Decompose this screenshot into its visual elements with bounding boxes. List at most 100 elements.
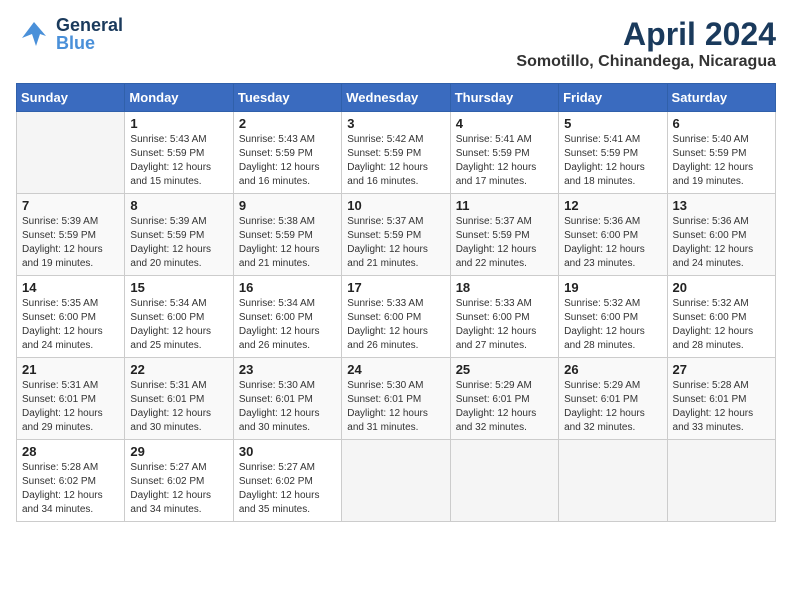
day-number: 12: [564, 198, 661, 213]
calendar-table: Sunday Monday Tuesday Wednesday Thursday…: [16, 83, 776, 522]
day-info: Sunrise: 5:29 AM Sunset: 6:01 PM Dayligh…: [564, 379, 661, 435]
day-number: 25: [456, 362, 553, 377]
day-info: Sunrise: 5:30 AM Sunset: 6:01 PM Dayligh…: [239, 379, 336, 435]
calendar-cell: 4Sunrise: 5:41 AM Sunset: 5:59 PM Daylig…: [450, 112, 558, 194]
title-section: April 2024 Somotillo, Chinandega, Nicara…: [516, 16, 776, 71]
calendar-cell: 11 Sunrise: 5:37 AM Sunset: 5:59 PM Dayli…: [450, 194, 558, 276]
logo-blue-text: Blue: [56, 34, 123, 52]
calendar-cell: 23 Sunrise: 5:30 AM Sunset: 6:01 PM Dayli…: [233, 358, 341, 440]
day-info: Sunrise: 5:31 AM Sunset: 6:01 PM Dayligh…: [22, 379, 119, 435]
day-number: 17: [347, 280, 444, 295]
day-info: Sunrise: 5:38 AM Sunset: 5:59 PM Dayligh…: [239, 215, 336, 271]
logo-bird-icon: [16, 16, 52, 52]
day-info: Sunrise: 5:31 AM Sunset: 6:01 PM Dayligh…: [130, 379, 227, 435]
day-info: Sunrise: 5:39 AM Sunset: 5:59 PM Dayligh…: [130, 215, 227, 271]
calendar-cell: [559, 440, 667, 522]
col-sunday: Sunday: [17, 84, 125, 112]
day-number: 28: [22, 444, 119, 459]
day-info: Sunrise: 5:40 AM Sunset: 5:59 PM Dayligh…: [673, 133, 770, 189]
col-tuesday: Tuesday: [233, 84, 341, 112]
day-number: 27: [673, 362, 770, 377]
calendar-cell: 10 Sunrise: 5:37 AM Sunset: 5:59 PM Dayli…: [342, 194, 450, 276]
col-thursday: Thursday: [450, 84, 558, 112]
calendar-cell: 5Sunrise: 5:41 AM Sunset: 5:59 PM Daylig…: [559, 112, 667, 194]
day-number: 14: [22, 280, 119, 295]
calendar-cell: 13 Sunrise: 5:36 AM Sunset: 6:00 PM Dayli…: [667, 194, 775, 276]
day-number: 26: [564, 362, 661, 377]
day-info: Sunrise: 5:29 AM Sunset: 6:01 PM Dayligh…: [456, 379, 553, 435]
day-info: Sunrise: 5:39 AM Sunset: 5:59 PM Dayligh…: [22, 215, 119, 271]
calendar-cell: 24 Sunrise: 5:30 AM Sunset: 6:01 PM Dayli…: [342, 358, 450, 440]
day-info: Sunrise: 5:34 AM Sunset: 6:00 PM Dayligh…: [130, 297, 227, 353]
day-number: 8: [130, 198, 227, 213]
calendar-cell: [342, 440, 450, 522]
day-info: Sunrise: 5:37 AM Sunset: 5:59 PM Dayligh…: [456, 215, 553, 271]
calendar-cell: [450, 440, 558, 522]
day-info: Sunrise: 5:32 AM Sunset: 6:00 PM Dayligh…: [564, 297, 661, 353]
day-number: 24: [347, 362, 444, 377]
day-info: Sunrise: 5:33 AM Sunset: 6:00 PM Dayligh…: [347, 297, 444, 353]
day-number: 29: [130, 444, 227, 459]
calendar-cell: 30 Sunrise: 5:27 AM Sunset: 6:02 PM Dayli…: [233, 440, 341, 522]
day-number: 10: [347, 198, 444, 213]
day-info: Sunrise: 5:28 AM Sunset: 6:02 PM Dayligh…: [22, 461, 119, 517]
calendar-title: April 2024: [516, 16, 776, 53]
logo-text: General Blue: [56, 16, 123, 52]
header: General Blue April 2024 Somotillo, China…: [16, 16, 776, 71]
day-info: Sunrise: 5:34 AM Sunset: 6:00 PM Dayligh…: [239, 297, 336, 353]
week-row-3: 14 Sunrise: 5:35 AM Sunset: 6:00 PM Dayli…: [17, 276, 776, 358]
day-info: Sunrise: 5:43 AM Sunset: 5:59 PM Dayligh…: [239, 133, 336, 189]
day-number: 18: [456, 280, 553, 295]
calendar-subtitle: Somotillo, Chinandega, Nicaragua: [516, 53, 776, 71]
week-row-4: 21 Sunrise: 5:31 AM Sunset: 6:01 PM Dayli…: [17, 358, 776, 440]
day-number: 7: [22, 198, 119, 213]
day-number: 13: [673, 198, 770, 213]
day-number: 16: [239, 280, 336, 295]
day-info: Sunrise: 5:27 AM Sunset: 6:02 PM Dayligh…: [239, 461, 336, 517]
calendar-cell: 7 Sunrise: 5:39 AM Sunset: 5:59 PM Daylig…: [17, 194, 125, 276]
calendar-cell: 20Sunrise: 5:32 AM Sunset: 6:00 PM Dayli…: [667, 276, 775, 358]
calendar-cell: 2 Sunrise: 5:43 AM Sunset: 5:59 PM Daylig…: [233, 112, 341, 194]
calendar-cell: 15 Sunrise: 5:34 AM Sunset: 6:00 PM Dayli…: [125, 276, 233, 358]
day-info: Sunrise: 5:36 AM Sunset: 6:00 PM Dayligh…: [673, 215, 770, 271]
calendar-cell: [667, 440, 775, 522]
day-number: 20: [673, 280, 770, 295]
calendar-cell: 18Sunrise: 5:33 AM Sunset: 6:00 PM Dayli…: [450, 276, 558, 358]
day-info: Sunrise: 5:41 AM Sunset: 5:59 PM Dayligh…: [456, 133, 553, 189]
day-info: Sunrise: 5:30 AM Sunset: 6:01 PM Dayligh…: [347, 379, 444, 435]
day-info: Sunrise: 5:35 AM Sunset: 6:00 PM Dayligh…: [22, 297, 119, 353]
day-info: Sunrise: 5:42 AM Sunset: 5:59 PM Dayligh…: [347, 133, 444, 189]
logo-general-text: General: [56, 16, 123, 34]
day-number: 22: [130, 362, 227, 377]
day-number: 3: [347, 116, 444, 131]
calendar-cell: 21 Sunrise: 5:31 AM Sunset: 6:01 PM Dayli…: [17, 358, 125, 440]
calendar-cell: [17, 112, 125, 194]
day-number: 5: [564, 116, 661, 131]
day-number: 9: [239, 198, 336, 213]
day-number: 21: [22, 362, 119, 377]
week-row-2: 7 Sunrise: 5:39 AM Sunset: 5:59 PM Daylig…: [17, 194, 776, 276]
calendar-cell: 22 Sunrise: 5:31 AM Sunset: 6:01 PM Dayli…: [125, 358, 233, 440]
header-row: Sunday Monday Tuesday Wednesday Thursday…: [17, 84, 776, 112]
calendar-cell: 12Sunrise: 5:36 AM Sunset: 6:00 PM Dayli…: [559, 194, 667, 276]
calendar-cell: 9 Sunrise: 5:38 AM Sunset: 5:59 PM Daylig…: [233, 194, 341, 276]
day-info: Sunrise: 5:43 AM Sunset: 5:59 PM Dayligh…: [130, 133, 227, 189]
calendar-cell: 8 Sunrise: 5:39 AM Sunset: 5:59 PM Daylig…: [125, 194, 233, 276]
day-number: 11: [456, 198, 553, 213]
calendar-cell: 19Sunrise: 5:32 AM Sunset: 6:00 PM Dayli…: [559, 276, 667, 358]
day-info: Sunrise: 5:27 AM Sunset: 6:02 PM Dayligh…: [130, 461, 227, 517]
day-number: 6: [673, 116, 770, 131]
day-number: 2: [239, 116, 336, 131]
calendar-cell: 1Sunrise: 5:43 AM Sunset: 5:59 PM Daylig…: [125, 112, 233, 194]
col-friday: Friday: [559, 84, 667, 112]
day-number: 30: [239, 444, 336, 459]
calendar-cell: 29 Sunrise: 5:27 AM Sunset: 6:02 PM Dayli…: [125, 440, 233, 522]
day-info: Sunrise: 5:37 AM Sunset: 5:59 PM Dayligh…: [347, 215, 444, 271]
col-wednesday: Wednesday: [342, 84, 450, 112]
calendar-cell: 26 Sunrise: 5:29 AM Sunset: 6:01 PM Dayli…: [559, 358, 667, 440]
calendar-cell: 6 Sunrise: 5:40 AM Sunset: 5:59 PM Daylig…: [667, 112, 775, 194]
calendar-cell: 16 Sunrise: 5:34 AM Sunset: 6:00 PM Dayli…: [233, 276, 341, 358]
day-number: 23: [239, 362, 336, 377]
day-number: 15: [130, 280, 227, 295]
day-info: Sunrise: 5:28 AM Sunset: 6:01 PM Dayligh…: [673, 379, 770, 435]
